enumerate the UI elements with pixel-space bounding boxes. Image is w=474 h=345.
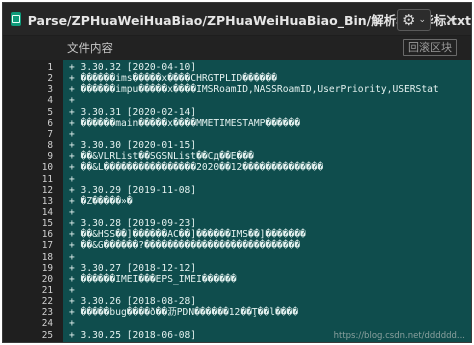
code-line[interactable]: + <box>69 174 75 185</box>
line-number: 15 <box>41 218 53 230</box>
file-content-label: 文件内容 <box>67 41 113 55</box>
line-number: 4 <box>47 95 53 107</box>
code-line[interactable]: + <box>69 95 75 106</box>
line-number: 10 <box>41 162 53 174</box>
code-line[interactable]: + ��&L����������������2020��12����������… <box>69 162 323 173</box>
code-line[interactable]: + ��&VLRList��SGSNList��Сд��E��� <box>69 151 254 162</box>
chevron-down-icon: ⌄ <box>418 15 426 25</box>
code-line[interactable]: + ������main�����x����MMETIMESTAMP������ <box>69 118 300 129</box>
line-number: 2 <box>47 73 53 85</box>
line-number: 16 <box>41 229 53 241</box>
line-number: 12 <box>41 184 53 196</box>
line-number: 7 <box>47 128 53 140</box>
line-number: 1 <box>47 62 53 73</box>
line-number: 19 <box>41 262 53 274</box>
settings-menu-button[interactable]: ⚙ ⌄ <box>397 9 431 31</box>
code-line[interactable]: + <box>69 207 75 218</box>
gear-icon: ⚙ <box>402 11 416 29</box>
line-number: 8 <box>47 140 53 152</box>
code-line[interactable]: + ��&HSS��]������AC��]������IMS��]������… <box>69 229 306 240</box>
code-line[interactable]: + 3.30.25 [2018-06-08] <box>69 330 196 341</box>
code-line[interactable]: + 3.30.26 [2018-08-28] <box>69 296 196 307</box>
line-number: 11 <box>41 173 53 185</box>
text-editor[interactable]: 1 2 3 4 5 6 7 8 9 10 11 12 13 14 15 16 17 18 19 20 21 22 23 24 2… <box>3 60 471 342</box>
line-number: 22 <box>41 296 53 308</box>
line-number: 9 <box>47 151 53 163</box>
watermark-text: https://blog.csdn.net/dddddd... <box>333 331 465 341</box>
code-line[interactable]: + ������IMEI���EPS_IMEI������ <box>69 274 237 285</box>
code-line[interactable]: + <box>69 129 75 140</box>
code-line[interactable]: + <box>69 318 75 329</box>
code-line[interactable]: + 3.30.31 [2020-02-14] <box>69 107 196 118</box>
title-bar: Parse/ZPHuaWeiHuaBiao/ZPHuaWeiHuaBiao_Bi… <box>3 3 471 35</box>
close-button[interactable]: ✕ <box>441 11 461 29</box>
code-area[interactable]: + 3.30.32 [2020-04-10] + ������ims�����x�… <box>63 60 471 342</box>
line-number: 18 <box>41 251 53 263</box>
app-icon <box>11 12 21 26</box>
line-number: 13 <box>41 195 53 207</box>
code-line[interactable]: + 3.30.32 [2020-04-10] <box>69 62 196 73</box>
file-viewer-window: Parse/ZPHuaWeiHuaBiao/ZPHuaWeiHuaBiao_Bi… <box>2 2 472 343</box>
line-number: 21 <box>41 285 53 296</box>
code-line[interactable]: + 3.30.28 [2019-09-23] <box>69 218 196 229</box>
line-number: 24 <box>41 318 53 330</box>
code-line[interactable]: + ������impu�����x����IMSRoamID,NASSRoam… <box>69 84 439 95</box>
scroll-lock-button[interactable]: 回滚区块 <box>403 39 457 56</box>
line-number: 3 <box>47 84 53 96</box>
content-toolbar: 文件内容 回滚区块 <box>3 36 471 60</box>
line-number: 20 <box>41 273 53 285</box>
code-line[interactable]: + 3.30.29 [2019-11-08] <box>69 185 196 196</box>
code-line[interactable]: + 3.30.30 [2020-01-15] <box>69 140 196 151</box>
code-line[interactable]: + 3.30.27 [2018-12-12] <box>69 263 196 274</box>
code-line[interactable]: + <box>69 252 75 263</box>
line-number: 5 <box>47 106 53 118</box>
code-line[interactable]: + ��&G������?��������������������������� <box>69 240 300 251</box>
code-line[interactable]: + �����bug����ð��沥PDN������12��Ţ��l���� <box>69 307 298 318</box>
line-number: 23 <box>41 307 53 319</box>
code-line[interactable]: + <box>69 285 75 296</box>
code-line[interactable]: + �Z�����»� <box>69 196 133 207</box>
code-line[interactable]: + ������ims�����x����CHRGTPLID������ <box>69 73 277 84</box>
close-icon: ✕ <box>444 11 458 29</box>
line-number: 6 <box>47 117 53 129</box>
line-number: 14 <box>41 206 53 218</box>
line-number-gutter: 1 2 3 4 5 6 7 8 9 10 11 12 13 14 15 16 17 18 19 20 21 22 23 24 2… <box>3 60 63 342</box>
line-number: 17 <box>41 240 53 252</box>
line-number: 25 <box>41 329 53 341</box>
